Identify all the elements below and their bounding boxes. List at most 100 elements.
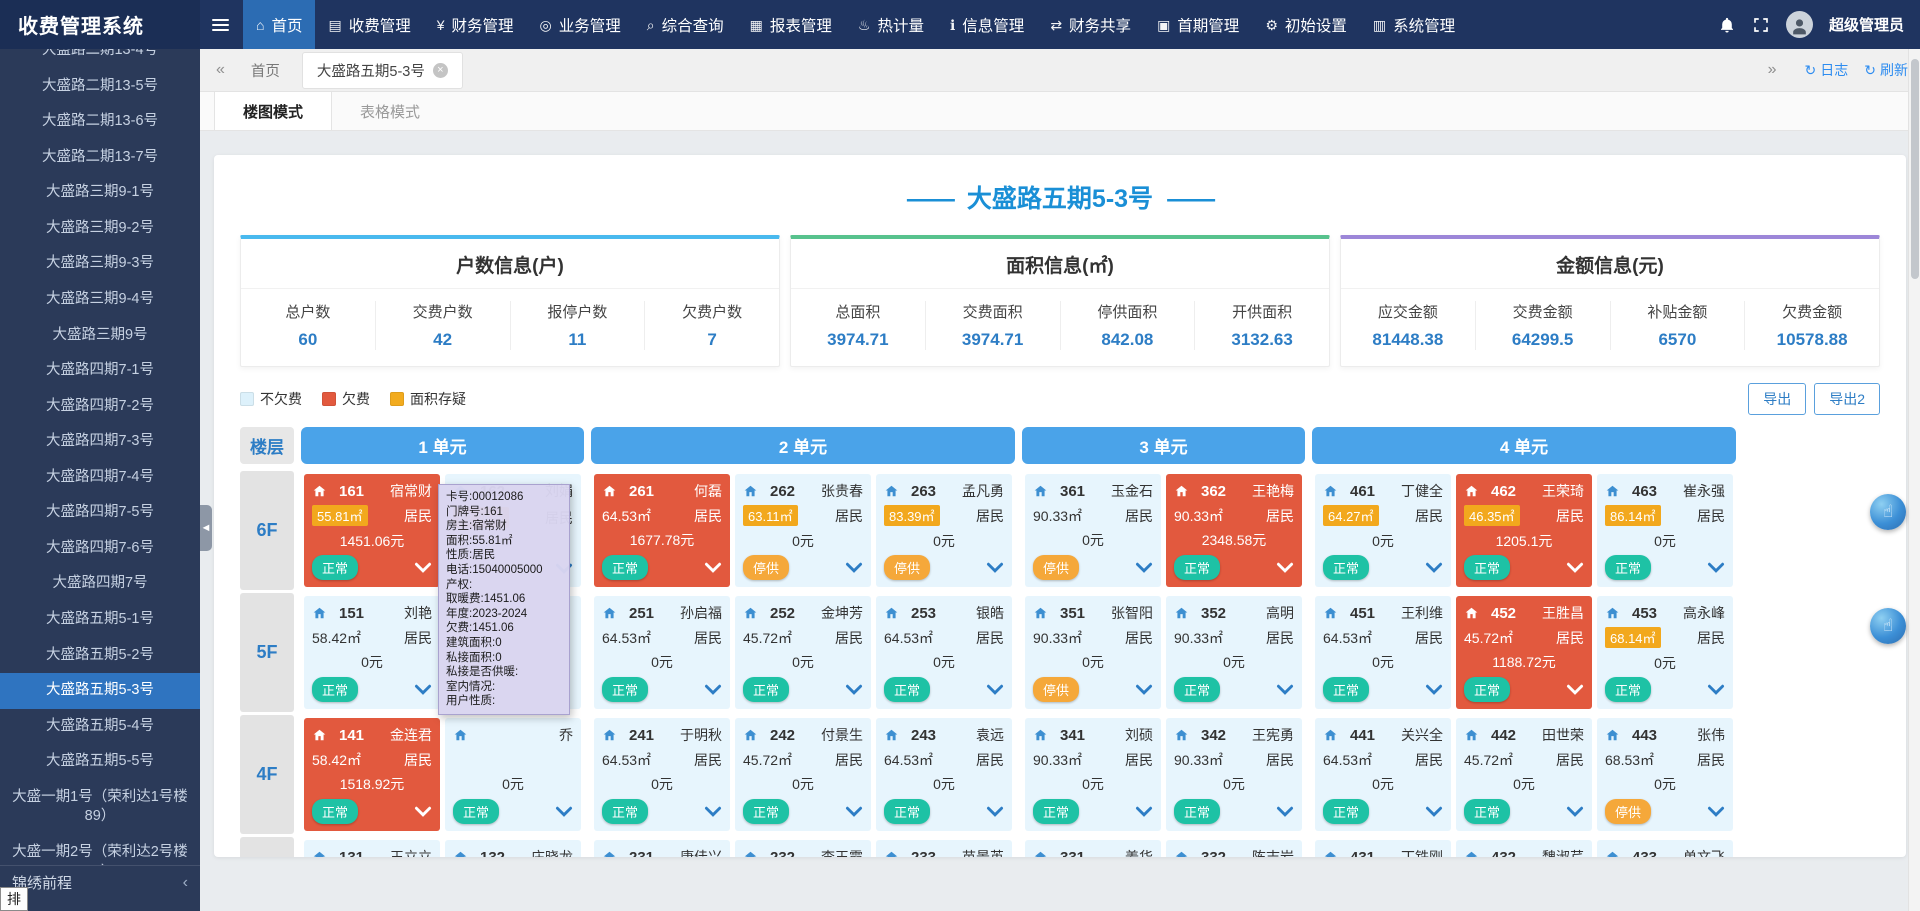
room-card[interactable]: 乔0元正常 (445, 718, 581, 831)
room-card-451[interactable]: 451王利维64.53㎡居民0元正常 (1315, 596, 1451, 709)
room-card-232[interactable]: 232李玉霞45.72㎡居民0元 (735, 840, 871, 857)
nav-item-system[interactable]: ▥系统管理 (1360, 0, 1468, 49)
room-card-442[interactable]: 442田世荣45.72㎡居民0元正常 (1456, 718, 1592, 831)
sidebar-item[interactable]: 大盛路四期7-6号 (0, 531, 200, 567)
chevron-down-icon[interactable] (1276, 562, 1294, 573)
room-card-242[interactable]: 242付景生45.72㎡居民0元正常 (735, 718, 871, 831)
chevron-down-icon[interactable] (845, 806, 863, 817)
room-card-132[interactable]: 132庄晓龙59.2㎡居民0元 (445, 840, 581, 857)
sidebar-footer[interactable]: 锦绣前程 ‹ (0, 865, 200, 899)
sidebar-item[interactable]: 大盛路五期5-4号 (0, 709, 200, 745)
sidebar-item[interactable]: 大盛路四期7-2号 (0, 389, 200, 425)
room-card-352[interactable]: 352高明90.33㎡居民0元正常 (1166, 596, 1302, 709)
room-card-441[interactable]: 441关兴全64.53㎡居民0元正常 (1315, 718, 1451, 831)
chevron-down-icon[interactable] (1135, 562, 1153, 573)
room-card-362[interactable]: 362王艳梅90.33㎡居民2348.58元正常 (1166, 474, 1302, 587)
nav-item-fee[interactable]: ▤收费管理 (315, 0, 423, 49)
chevron-down-icon[interactable] (414, 684, 432, 695)
chevron-down-icon[interactable] (704, 562, 722, 573)
sidebar-item[interactable]: 大盛一期2号（荣利达2号楼87） (0, 835, 200, 865)
nav-item-heat[interactable]: ♨热计量 (845, 0, 937, 49)
room-card-463[interactable]: 463崔永强86.14㎡居民0元正常 (1597, 474, 1733, 587)
sidebar-item[interactable]: 大盛路四期7-1号 (0, 353, 200, 389)
tabs-scroll-right-icon[interactable]: » (1764, 61, 1781, 79)
room-card-161[interactable]: 161宿常财55.81㎡居民1451.06元正常 (304, 474, 440, 587)
room-card-431[interactable]: 431丁铁刚64.53㎡居民0元 (1315, 840, 1451, 857)
room-card-433[interactable]: 433单文飞68.53㎡居民0元 (1597, 840, 1733, 857)
room-card-262[interactable]: 262张贵春63.11㎡居民0元停供 (735, 474, 871, 587)
chevron-down-icon[interactable] (1425, 806, 1443, 817)
export-button-2[interactable]: 导出2 (1814, 383, 1880, 415)
nav-item-search[interactable]: ⌕综合查询 (634, 0, 737, 49)
room-card-331[interactable]: 331姜华90.33㎡居民0元 (1025, 840, 1161, 857)
chevron-down-icon[interactable] (704, 684, 722, 695)
sidebar-item[interactable]: 大盛路四期7号 (0, 566, 200, 602)
chevron-down-icon[interactable] (1425, 684, 1443, 695)
room-card-432[interactable]: 432魏淑芹45.72㎡居民0元 (1456, 840, 1592, 857)
nav-item-home[interactable]: ⌂首页 (243, 0, 315, 49)
nav-item-report[interactable]: ▦报表管理 (737, 0, 845, 49)
chevron-down-icon[interactable] (845, 684, 863, 695)
nav-item-settings[interactable]: ⚙初始设置 (1252, 0, 1360, 49)
chevron-down-icon[interactable] (986, 684, 1004, 695)
avatar[interactable] (1786, 11, 1813, 38)
chevron-down-icon[interactable] (1276, 684, 1294, 695)
sidebar-item[interactable]: 大盛路三期9-2号 (0, 211, 200, 247)
floating-button-2[interactable]: ☝ (1870, 608, 1906, 644)
tab-action-日志[interactable]: ↻日志 (1805, 60, 1849, 80)
room-card-443[interactable]: 443张伟68.53㎡居民0元停供 (1597, 718, 1733, 831)
chevron-down-icon[interactable] (1566, 684, 1584, 695)
sidebar-item[interactable]: 大盛路五期5-1号 (0, 602, 200, 638)
chevron-down-icon[interactable] (1566, 562, 1584, 573)
page-scrollbar[interactable] (1908, 49, 1920, 911)
chevron-down-icon[interactable] (1707, 562, 1725, 573)
room-card-252[interactable]: 252金坤芳45.72㎡居民0元正常 (735, 596, 871, 709)
chevron-down-icon[interactable] (1276, 806, 1294, 817)
sidebar-item[interactable]: 大盛路三期9-1号 (0, 175, 200, 211)
sidebar-item[interactable]: 大盛路二期13-6号 (0, 104, 200, 140)
chevron-down-icon[interactable] (986, 562, 1004, 573)
tab-close-icon[interactable]: × (433, 63, 448, 78)
user-name[interactable]: 超级管理员 (1829, 14, 1904, 35)
sidebar-item[interactable]: 大盛路四期7-5号 (0, 495, 200, 531)
chevron-down-icon[interactable] (1707, 684, 1725, 695)
room-card-461[interactable]: 461丁健全64.27㎡居民0元正常 (1315, 474, 1451, 587)
sidebar-item[interactable]: 大盛路三期9-4号 (0, 282, 200, 318)
nav-item-share[interactable]: ⇄财务共享 (1037, 0, 1144, 49)
room-card-453[interactable]: 453高永峰68.14㎡居民0元正常 (1597, 596, 1733, 709)
tab-action-刷新[interactable]: ↻刷新 (1864, 60, 1908, 80)
sidebar-item[interactable]: 大盛路三期9-3号 (0, 246, 200, 282)
room-card-151[interactable]: 151刘艳58.42㎡居民0元正常 (304, 596, 440, 709)
room-card-131[interactable]: 131王立立58.42㎡居民0元 (304, 840, 440, 857)
view-tab-floor-map[interactable]: 楼图模式 (214, 92, 332, 130)
tab-home[interactable]: 首页 (237, 53, 294, 88)
room-card-261[interactable]: 261何磊64.53㎡居民1677.78元正常 (594, 474, 730, 587)
view-tab-table[interactable]: 表格模式 (332, 92, 448, 130)
sidebar-item[interactable]: 大盛路二期13-7号 (0, 140, 200, 176)
sidebar-item[interactable]: 大盛路五期5-3号 (0, 673, 200, 709)
chevron-down-icon[interactable] (845, 562, 863, 573)
export-button-1[interactable]: 导出 (1748, 383, 1806, 415)
chevron-down-icon[interactable] (414, 806, 432, 817)
room-card-253[interactable]: 253银皓64.53㎡居民0元正常 (876, 596, 1012, 709)
scrollbar-thumb[interactable] (1911, 59, 1919, 279)
chevron-down-icon[interactable] (1566, 806, 1584, 817)
tabs-scroll-left-icon[interactable]: « (212, 61, 229, 79)
nav-item-info[interactable]: ℹ信息管理 (937, 0, 1037, 49)
chevron-down-icon[interactable] (1135, 806, 1153, 817)
room-card-251[interactable]: 251孙启福64.53㎡居民0元正常 (594, 596, 730, 709)
sidebar-item[interactable]: 大盛路五期5-5号 (0, 744, 200, 780)
room-card-452[interactable]: 452王胜昌45.72㎡居民1188.72元正常 (1456, 596, 1592, 709)
chevron-down-icon[interactable] (414, 562, 432, 573)
sidebar-item[interactable]: 大盛路五期5-2号 (0, 638, 200, 674)
nav-item-monitor[interactable]: ▣首期管理 (1144, 0, 1252, 49)
room-card-141[interactable]: 141金连君58.42㎡居民1518.92元正常 (304, 718, 440, 831)
sidebar-collapse-handle[interactable]: ◄ (200, 505, 212, 551)
bell-icon[interactable] (1718, 16, 1736, 34)
room-card-231[interactable]: 231康佳兴64.53㎡居民0元 (594, 840, 730, 857)
room-card-332[interactable]: 332陈志岩90.33㎡居民0元 (1166, 840, 1302, 857)
sidebar-footer-collapse-icon[interactable]: ‹ (183, 874, 188, 892)
room-card-241[interactable]: 241于明秋64.53㎡居民0元正常 (594, 718, 730, 831)
chevron-down-icon[interactable] (1425, 562, 1443, 573)
nav-item-business[interactable]: ◎业务管理 (527, 0, 634, 49)
